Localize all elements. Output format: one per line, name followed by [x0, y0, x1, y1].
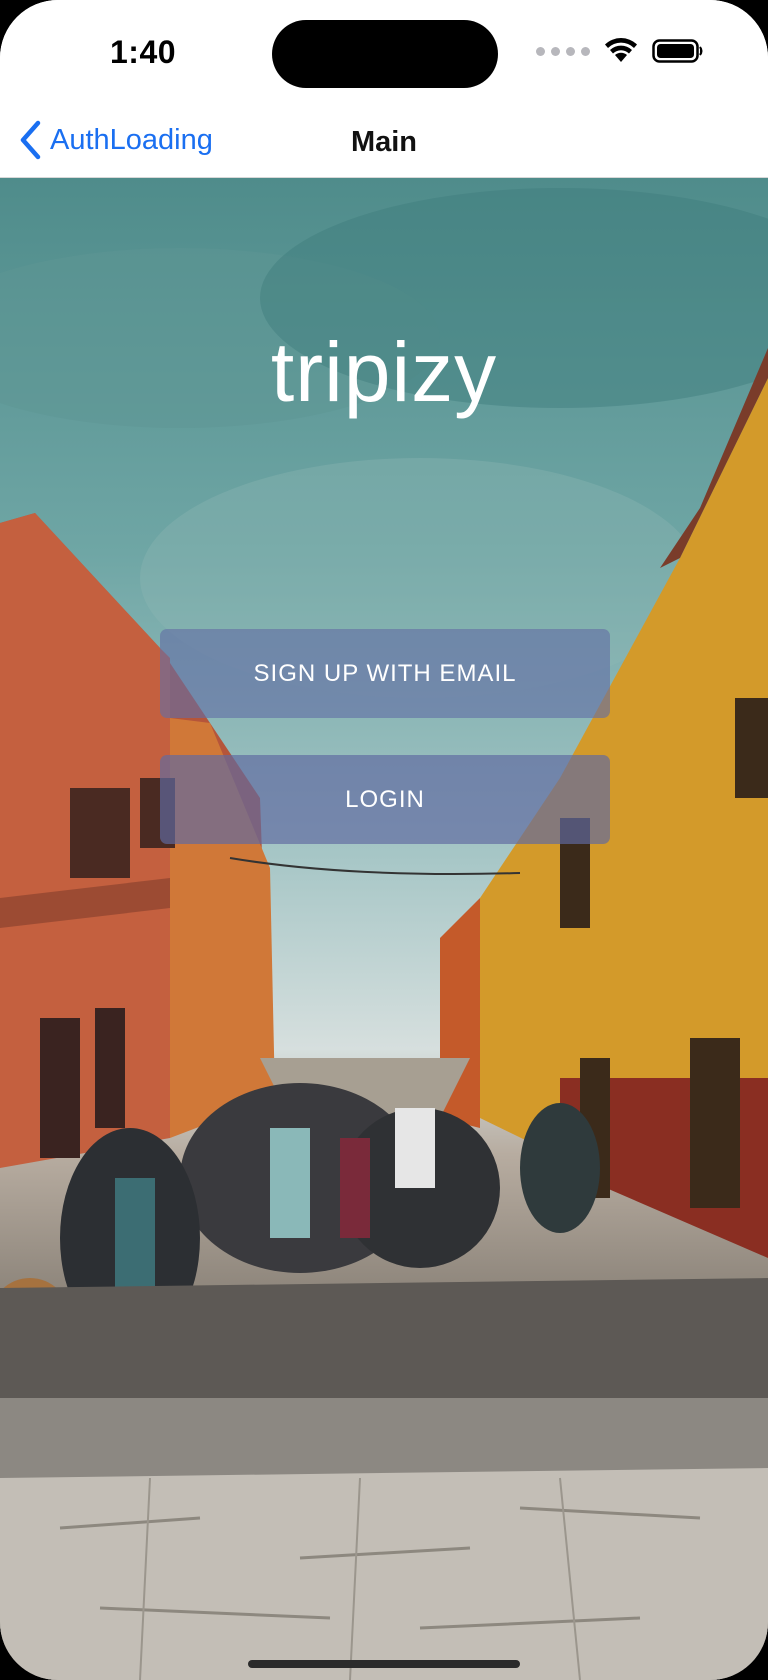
cellular-dots-icon — [536, 46, 590, 56]
login-button[interactable]: LOGIN — [160, 755, 610, 844]
hero-background-image: tripizy SIGN UP WITH EMAIL LOGIN — [0, 178, 768, 1680]
phone-screen: 1:40 AuthLoading Main tripizy SIGN UP WI… — [0, 0, 768, 1680]
page-title: Main — [350, 126, 418, 158]
home-indicator[interactable] — [248, 1660, 520, 1668]
battery-icon — [652, 39, 703, 63]
wifi-icon — [605, 38, 637, 62]
status-bar: 1:40 — [0, 0, 768, 100]
app-logo-text: tripizy — [270, 325, 498, 419]
dynamic-island — [272, 20, 498, 88]
sign-up-with-email-button[interactable]: SIGN UP WITH EMAIL — [160, 629, 610, 718]
navigation-bar: AuthLoading Main — [0, 100, 768, 178]
status-icons — [536, 38, 704, 64]
status-time: 1:40 — [110, 34, 177, 70]
